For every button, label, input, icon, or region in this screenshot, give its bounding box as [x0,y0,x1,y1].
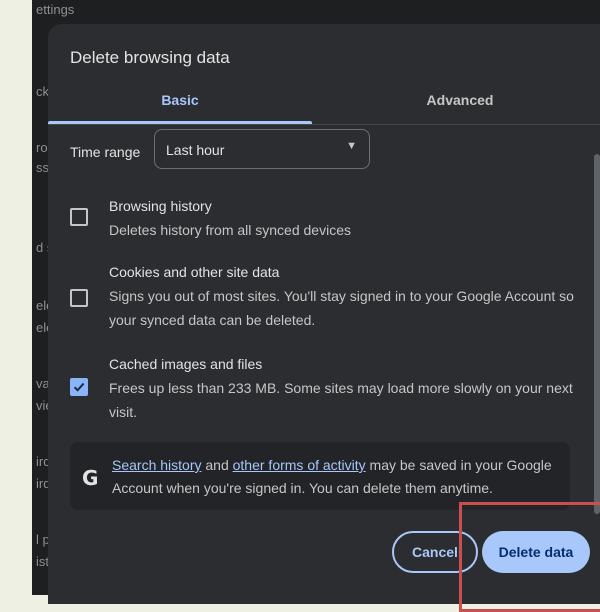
time-range-label: Time range [70,144,141,160]
notice-text: Search history and other forms of activi… [112,454,562,500]
google-account-notice: G Search history and other forms of acti… [70,442,570,510]
option-description: Signs you out of most sites. You'll stay… [109,288,574,328]
google-g-icon: G [82,466,99,490]
tab-basic[interactable]: Basic [48,92,312,108]
checkmark-icon [73,382,85,392]
option-title: Cached images and files [109,356,263,372]
dialog-title: Delete browsing data [70,48,230,67]
option-title: Cookies and other site data [109,264,280,280]
dropdown-caret-icon: ▼ [346,140,357,152]
annotation-highlight-box [459,502,600,612]
time-range-value: Last hour [166,142,225,158]
cookies-checkbox[interactable] [70,289,88,307]
time-range-select[interactable]: Last hour ▼ [154,129,370,169]
search-history-link[interactable]: Search history [112,457,201,473]
option-description: Frees up less than 233 MB. Some sites ma… [109,380,573,420]
option-description: Deletes history from all synced devices [109,222,351,238]
other-activity-link[interactable]: other forms of activity [233,457,366,473]
cached-images-checkbox[interactable] [70,378,88,396]
tab-divider [48,124,600,125]
dialog-scrollbar[interactable] [594,154,600,514]
option-title: Browsing history [109,198,212,214]
notice-text-part: and [201,457,233,473]
bg-fragment: ettings [36,2,75,17]
tab-advanced[interactable]: Advanced [312,92,600,108]
browsing-history-checkbox[interactable] [70,208,88,226]
